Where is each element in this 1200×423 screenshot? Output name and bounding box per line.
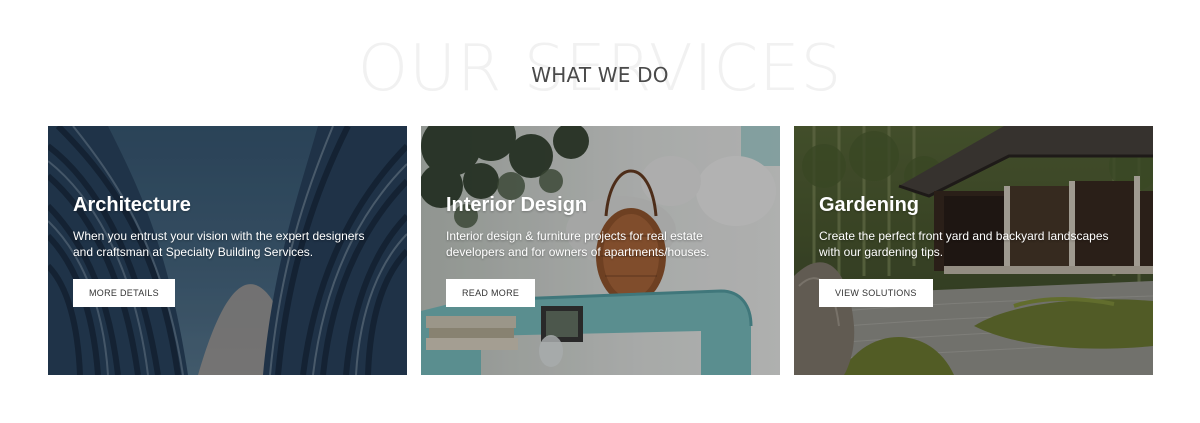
- read-more-button[interactable]: READ MORE: [446, 279, 536, 307]
- card-description: Interior design & furniture projects for…: [446, 229, 710, 259]
- card-title: Gardening: [819, 194, 920, 216]
- service-card-interior-design: Interior Design Interior design & furnit…: [421, 126, 780, 375]
- card-description: When you entrust your vision with the ex…: [73, 229, 365, 259]
- view-solutions-button[interactable]: VIEW SOLUTIONS: [819, 279, 933, 307]
- services-section: OUR SERVICES WHAT WE DO Architecture Whe…: [0, 0, 1200, 423]
- more-details-button[interactable]: MORE DETAILS: [73, 279, 175, 307]
- card-title: Architecture: [73, 194, 191, 216]
- card-description: Create the perfect front yard and backya…: [819, 229, 1109, 259]
- service-card-gardening: Gardening Create the perfect front yard …: [794, 126, 1153, 375]
- service-card-architecture: Architecture When you entrust your visio…: [48, 126, 407, 375]
- section-title: WHAT WE DO: [531, 63, 669, 87]
- service-cards: Architecture When you entrust your visio…: [48, 126, 1154, 375]
- card-title: Interior Design: [446, 194, 588, 216]
